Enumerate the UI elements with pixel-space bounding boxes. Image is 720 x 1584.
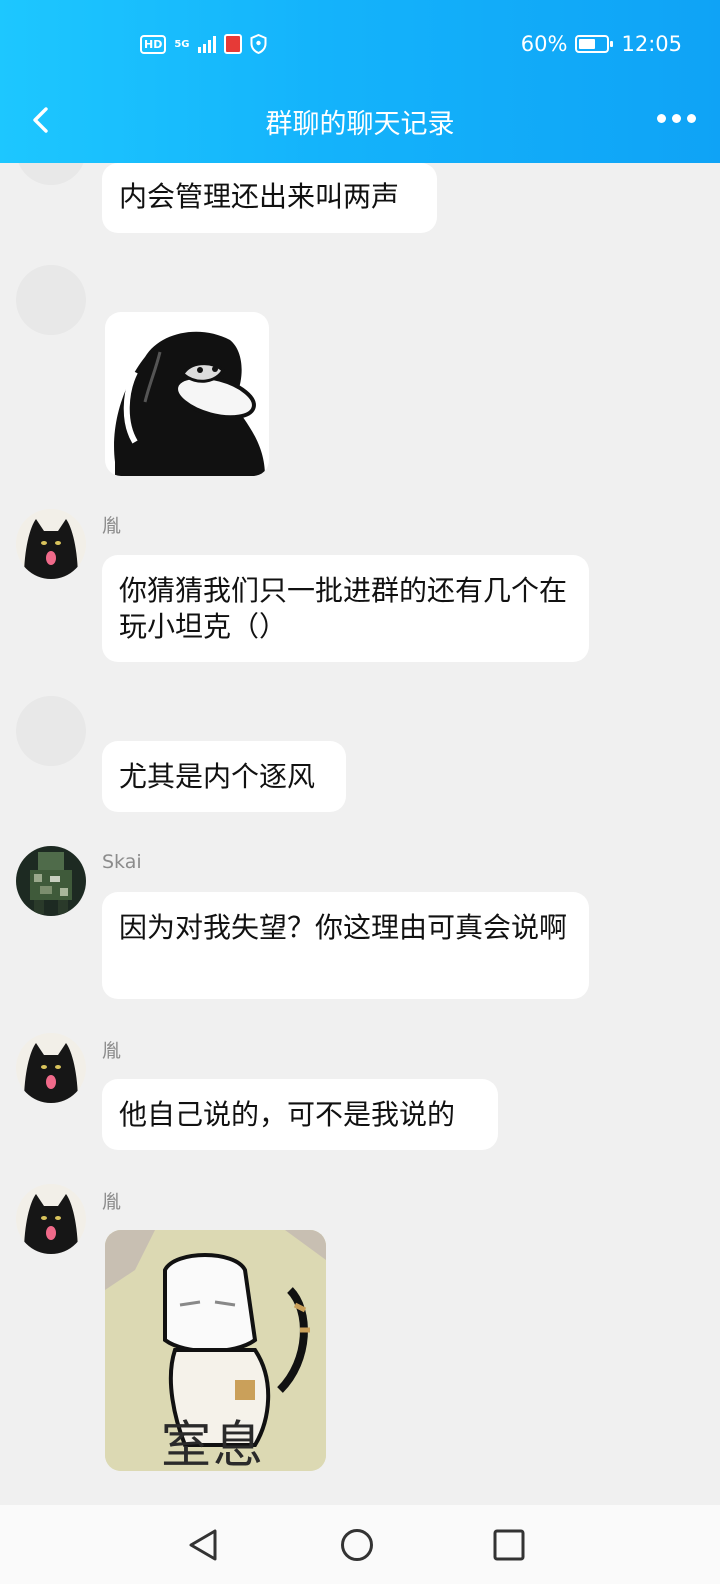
message-bubble[interactable]: 内会管理还出来叫两声 — [102, 163, 437, 233]
signal-icon — [197, 35, 216, 53]
avatar[interactable] — [16, 1033, 86, 1103]
sender-name: Skai — [102, 851, 142, 873]
message-bubble[interactable]: 尤其是内个逐风 — [102, 741, 346, 812]
triangle-back-icon[interactable] — [187, 1528, 219, 1562]
avatar[interactable] — [16, 509, 86, 579]
sender-name: 胤 — [102, 1191, 122, 1213]
message-bubble[interactable]: 你猜猜我们只一批进群的还有几个在玩小坦克（） — [102, 555, 589, 662]
app-header: HD 5G 60% 12:05 群聊的聊天记录 — [0, 0, 720, 163]
sender-name: 胤 — [102, 1040, 122, 1062]
shield-icon — [250, 34, 267, 54]
black-bird-sticker[interactable] — [105, 312, 269, 476]
network-type: 5G — [174, 38, 190, 50]
system-navigation-bar — [0, 1505, 720, 1584]
page-title: 群聊的聊天记录 — [265, 109, 455, 140]
sender-name: 胤 — [102, 515, 122, 537]
square-recents-icon[interactable] — [493, 1529, 525, 1561]
circle-home-icon[interactable] — [340, 1528, 374, 1562]
battery-icon — [575, 35, 614, 53]
status-bar: HD 5G 60% 12:05 — [0, 28, 720, 64]
cat-sticker[interactable]: 室息 — [105, 1230, 326, 1471]
avatar[interactable] — [16, 846, 86, 916]
sticker-caption: 室息 — [161, 1416, 265, 1471]
battery-percent: 60% — [520, 32, 568, 56]
clock: 12:05 — [621, 32, 682, 56]
avatar[interactable] — [16, 265, 86, 335]
avatar[interactable] — [16, 1184, 86, 1254]
avatar[interactable] — [16, 163, 86, 185]
app-notification-icon — [223, 34, 242, 54]
chat-history[interactable]: 内会管理还出来叫两声 胤 你猜猜我们只一批进群的还有几个在玩小坦克（） 尤其是内… — [0, 163, 720, 1505]
avatar[interactable] — [16, 696, 86, 766]
message-bubble[interactable]: 他自己说的，可不是我说的 — [102, 1079, 498, 1150]
message-bubble[interactable]: 因为对我失望？你这理由可真会说啊 — [102, 892, 589, 999]
nav-bar: 群聊的聊天记录 — [0, 90, 720, 150]
more-dots-icon[interactable] — [657, 114, 696, 123]
hd-badge: HD — [140, 34, 167, 54]
